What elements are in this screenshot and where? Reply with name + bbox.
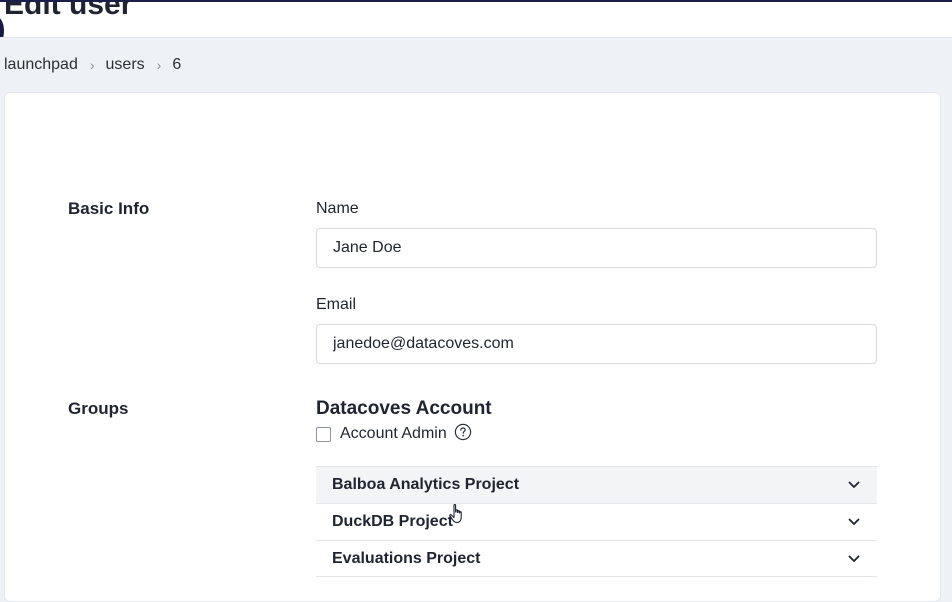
hand-cursor-icon <box>447 503 467 525</box>
page-header: Edit user <box>0 0 952 38</box>
question-circle-icon[interactable] <box>454 423 472 441</box>
project-accordion: Balboa Analytics Project DuckDB Project … <box>316 466 877 577</box>
project-name: Evaluations Project <box>332 549 481 567</box>
chevron-down-icon[interactable] <box>847 515 861 529</box>
name-label: Name <box>316 200 359 217</box>
email-label: Email <box>316 296 357 313</box>
project-row-balboa[interactable]: Balboa Analytics Project <box>316 466 877 503</box>
breadcrumb-item-launchpad[interactable]: launchpad <box>4 56 78 74</box>
project-row-duckdb[interactable]: DuckDB Project <box>316 503 877 540</box>
page-title: Edit user <box>4 0 133 21</box>
project-row-evaluations[interactable]: Evaluations Project <box>316 540 877 577</box>
email-input[interactable] <box>316 324 877 364</box>
account-group-title: Datacoves Account <box>316 398 492 419</box>
chevron-down-icon[interactable] <box>847 552 861 566</box>
breadcrumb-item-current: 6 <box>172 56 182 73</box>
breadcrumb-separator-icon: › <box>156 57 162 73</box>
account-admin-label[interactable]: Account Admin <box>340 425 447 443</box>
project-name: Balboa Analytics Project <box>332 476 520 493</box>
breadcrumb: launchpad › users › 6 <box>4 55 181 75</box>
breadcrumb-item-users[interactable]: users <box>106 56 145 74</box>
breadcrumb-separator-icon: › <box>89 57 95 73</box>
basic-info-heading: Basic Info <box>68 199 150 218</box>
groups-heading: Groups <box>68 399 129 418</box>
name-input[interactable] <box>316 228 877 268</box>
project-name: DuckDB Project <box>332 513 453 530</box>
account-admin-row: Account Admin <box>316 423 472 444</box>
account-admin-checkbox[interactable] <box>316 426 331 442</box>
chevron-down-icon[interactable] <box>847 478 861 492</box>
